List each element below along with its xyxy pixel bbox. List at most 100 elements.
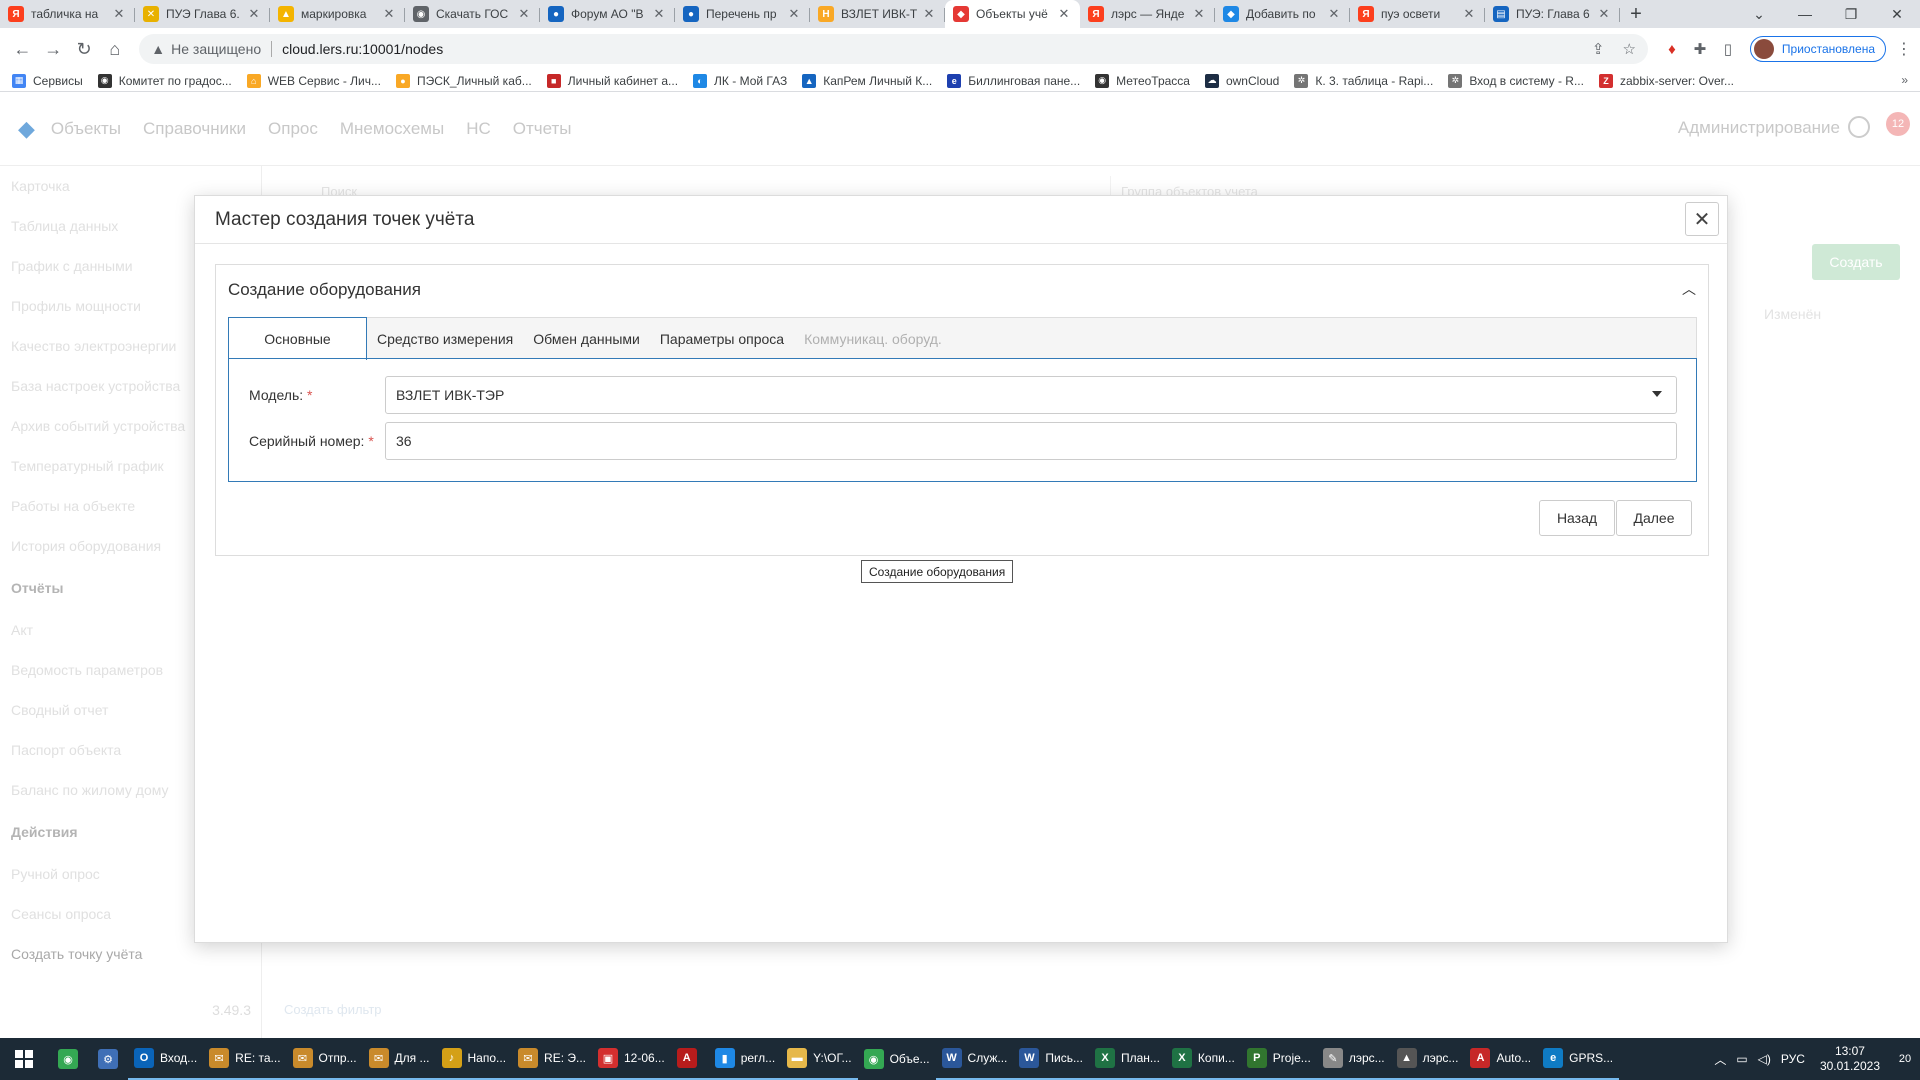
wizard-tab[interactable]: Параметры опроса: [650, 318, 794, 360]
browser-tab[interactable]: ● Перечень пр ✕: [675, 0, 810, 28]
browser-tab[interactable]: ▲ маркировка ✕: [270, 0, 405, 28]
create-button[interactable]: Создать: [1812, 244, 1900, 280]
wizard-tab[interactable]: Основные: [228, 317, 367, 360]
bookmark-item[interactable]: ● ПЭСК_Личный каб...: [395, 73, 532, 88]
bookmark-item[interactable]: ◉ Комитет по градос...: [97, 73, 232, 88]
side-panel-icon[interactable]: ▯: [1714, 40, 1742, 58]
browser-tab[interactable]: Япуэ освети ✕: [1350, 0, 1485, 28]
close-tab-icon[interactable]: ✕: [1191, 6, 1207, 22]
nav-item[interactable]: Объекты: [51, 119, 121, 139]
create-filter-link[interactable]: Создать фильтр: [284, 1002, 382, 1017]
serial-number-input[interactable]: 36: [385, 422, 1677, 460]
browser-tab[interactable]: ▤ ПУЭ: Глава 6 ✕: [1485, 0, 1620, 28]
nav-item[interactable]: Мнемосхемы: [340, 119, 444, 139]
close-tab-icon[interactable]: ✕: [246, 6, 262, 22]
taskbar-app[interactable]: ▮ регл...: [708, 1038, 782, 1080]
back-icon[interactable]: ←: [8, 34, 37, 64]
notification-badge[interactable]: 12: [1886, 112, 1910, 136]
browser-tab[interactable]: ◆ Добавить по ✕: [1215, 0, 1350, 28]
new-tab-button[interactable]: +: [1620, 0, 1652, 28]
profile-button[interactable]: Приостановлена: [1749, 36, 1887, 62]
tray-chevron-icon[interactable]: ︿: [1714, 1051, 1726, 1068]
nav-item[interactable]: Опрос: [268, 119, 318, 139]
chevron-up-icon[interactable]: ︿: [1682, 279, 1696, 299]
bookmark-item[interactable]: ✲ К. 3. таблица - Rapi...: [1294, 73, 1433, 88]
close-tab-icon[interactable]: ✕: [1596, 6, 1612, 22]
browser-tab[interactable]: ✕ ПУЭ Глава 6. ✕: [135, 0, 270, 28]
wizard-tab[interactable]: Средство измерения: [367, 318, 523, 360]
bookmark-item[interactable]: ◐ ЛК - Мой ГАЗ: [693, 73, 787, 88]
close-button[interactable]: ✕: [1685, 202, 1719, 236]
close-tab-icon[interactable]: ✕: [516, 6, 532, 22]
column-header-changed[interactable]: Изменён: [1764, 306, 1821, 322]
url-input[interactable]: ▲ Не защищено cloud.lers.ru:10001/nodes …: [139, 34, 1648, 64]
close-window-icon[interactable]: ✕: [1874, 0, 1920, 28]
taskbar-app[interactable]: A: [670, 1038, 709, 1080]
nav-item[interactable]: Отчеты: [513, 119, 572, 139]
home-icon[interactable]: ⌂: [100, 34, 129, 64]
clock[interactable]: 13:07 30.01.2023: [1820, 1044, 1880, 1074]
close-tab-icon[interactable]: ✕: [381, 6, 397, 22]
close-tab-icon[interactable]: ✕: [651, 6, 667, 22]
bookmark-star-icon[interactable]: ☆: [1622, 40, 1635, 58]
minimize-icon[interactable]: —: [1782, 0, 1828, 28]
taskbar-app[interactable]: ✉ Отпр...: [286, 1038, 363, 1080]
close-tab-icon[interactable]: ✕: [921, 6, 937, 22]
taskbar-app[interactable]: ▣ 12-06...: [592, 1038, 671, 1080]
security-label[interactable]: Не защищено: [171, 41, 261, 57]
share-icon[interactable]: ⇪: [1592, 40, 1605, 58]
taskbar-pinned-app[interactable]: ⚙: [88, 1038, 128, 1080]
url-text[interactable]: cloud.lers.ru:10001/nodes: [282, 41, 1574, 57]
taskbar-app[interactable]: ✎ лэрс...: [1316, 1038, 1391, 1080]
bookmark-item[interactable]: ▦ Сервисы: [12, 73, 83, 88]
forward-icon[interactable]: →: [39, 34, 68, 64]
browser-tab[interactable]: Ятабличка на ✕: [0, 0, 135, 28]
close-tab-icon[interactable]: ✕: [1056, 6, 1072, 22]
back-button[interactable]: Назад: [1539, 500, 1615, 536]
language-indicator[interactable]: РУС: [1781, 1052, 1805, 1066]
taskbar-app[interactable]: O Вход...: [128, 1038, 204, 1080]
browser-tab[interactable]: Н ВЗЛЕТ ИВК-Т ✕: [810, 0, 945, 28]
close-tab-icon[interactable]: ✕: [111, 6, 127, 22]
lers-logo-icon[interactable]: ◆: [18, 116, 35, 142]
panel-header[interactable]: Создание оборудования: [216, 265, 1708, 315]
bookmarks-more-icon[interactable]: »: [1901, 73, 1908, 87]
taskbar-app[interactable]: X Копи...: [1165, 1038, 1241, 1080]
extensions-puzzle-icon[interactable]: ✚: [1686, 40, 1714, 58]
nav-item[interactable]: НС: [466, 119, 491, 139]
taskbar-app[interactable]: X План...: [1088, 1038, 1166, 1080]
close-tab-icon[interactable]: ✕: [786, 6, 802, 22]
taskbar-app[interactable]: e GPRS...: [1537, 1038, 1620, 1080]
location-extension-icon[interactable]: ♦: [1658, 41, 1686, 58]
taskbar-app[interactable]: ✉ RE: та...: [203, 1038, 287, 1080]
bookmark-item[interactable]: ▲ КапРем Личный К...: [802, 73, 932, 88]
bookmark-item[interactable]: Zzabbix-server: Over...: [1598, 73, 1734, 88]
taskbar-app[interactable]: P Proje...: [1240, 1038, 1317, 1080]
bookmark-item[interactable]: e Биллинговая пане...: [947, 73, 1080, 88]
taskbar-app[interactable]: ◉ Объе...: [858, 1038, 936, 1080]
bookmark-item[interactable]: ☁ ownCloud: [1204, 73, 1279, 88]
bookmark-item[interactable]: ✲ Вход в систему - R...: [1448, 73, 1584, 88]
wizard-tab[interactable]: Обмен данными: [523, 318, 650, 360]
close-tab-icon[interactable]: ✕: [1326, 6, 1342, 22]
bookmark-item[interactable]: ⌂ WEB Сервис - Лич...: [246, 73, 381, 88]
notification-center-icon[interactable]: 20: [1890, 1038, 1920, 1080]
taskbar-pinned-app[interactable]: ◉: [48, 1038, 88, 1080]
browser-tab[interactable]: ◉ Скачать ГОС ✕: [405, 0, 540, 28]
restore-icon[interactable]: ❐: [1828, 0, 1874, 28]
browser-tab[interactable]: Ялэрс — Янде ✕: [1080, 0, 1215, 28]
taskbar-app[interactable]: ▬ Y:\ОГ...: [781, 1038, 858, 1080]
model-select[interactable]: ВЗЛЕТ ИВК-ТЭР: [385, 376, 1677, 414]
taskbar-app[interactable]: ✉ Для ...: [362, 1038, 436, 1080]
close-tab-icon[interactable]: ✕: [1461, 6, 1477, 22]
taskbar-app[interactable]: W Пись...: [1013, 1038, 1089, 1080]
browser-menu-icon[interactable]: ⋮: [1896, 39, 1912, 59]
nav-item[interactable]: Справочники: [143, 119, 246, 139]
user-icon[interactable]: [1848, 116, 1870, 138]
tab-search-icon[interactable]: ⌄: [1736, 0, 1782, 28]
taskbar-app[interactable]: A Auto...: [1464, 1038, 1538, 1080]
taskbar-app[interactable]: ✉ RE: Э...: [512, 1038, 592, 1080]
network-tray-icon[interactable]: ▭: [1736, 1052, 1747, 1066]
browser-tab[interactable]: ● Форум АО "В ✕: [540, 0, 675, 28]
bookmark-item[interactable]: ◉ МетеоТрасса: [1095, 73, 1190, 88]
